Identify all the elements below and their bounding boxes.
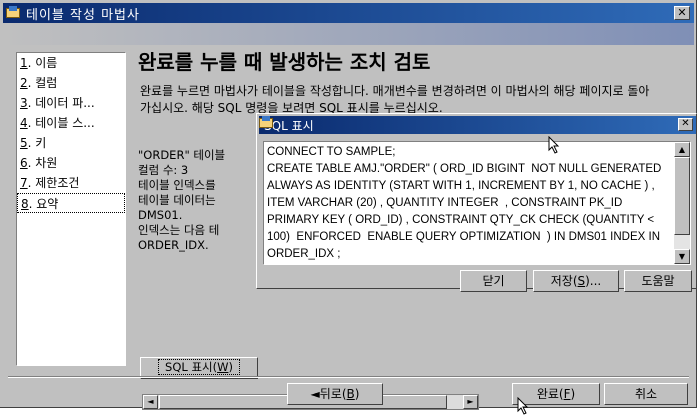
step-item[interactable]: 7. 제한조건 <box>17 173 125 193</box>
window-title: 테이블 작성 마법사 <box>26 7 140 23</box>
dialog-mouse-pointer-icon <box>548 136 560 154</box>
vertical-scrollbar[interactable]: ▲ ▼ <box>674 142 690 264</box>
vertical-scroll-thumb[interactable] <box>674 157 690 235</box>
summary-text: "ORDER" 테이블 컬럼 수: 3 테이블 인덱스를 테이블 데이터는 DM… <box>138 148 226 252</box>
scroll-right-icon[interactable]: ► <box>463 395 478 409</box>
dialog-close-icon[interactable]: ✕ <box>678 118 693 131</box>
step-label: . 데이터 파... <box>27 96 95 110</box>
step-number: 8 <box>21 197 29 211</box>
step-label: . 컬럼 <box>27 76 58 90</box>
footer-divider <box>8 376 689 378</box>
step-number: 7 <box>20 176 28 190</box>
step-label: . 키 <box>27 136 47 150</box>
app-icon <box>6 6 22 20</box>
help-button[interactable]: 도움말 <box>624 270 692 292</box>
step-number: 5 <box>20 136 28 150</box>
step-navigation: 1. 이름 2. 컬럼 3. 데이터 파... 4. 테이블 스... 5. 키 6. 차… <box>16 52 126 366</box>
dialog-close-button[interactable]: 닫기 <box>460 270 527 292</box>
dialog-titlebar[interactable]: SQL 표시 ✕ <box>259 116 696 134</box>
header-band <box>3 23 694 45</box>
step-label: . 요약 <box>28 197 59 211</box>
step-label: . 테이블 스... <box>27 116 95 130</box>
window-titlebar[interactable]: 테이블 작성 마법사 ✕ <box>3 3 694 23</box>
step-item[interactable]: 5. 키 <box>17 133 125 153</box>
cancel-button[interactable]: 취소 <box>604 383 688 405</box>
mouse-pointer-icon <box>517 397 529 415</box>
step-number: 1 <box>20 56 28 70</box>
step-number: 2 <box>20 76 28 90</box>
sql-dialog: SQL 표시 ✕ CONNECT TO SAMPLE; CREATE TABLE… <box>256 113 697 292</box>
scroll-down-icon[interactable]: ▼ <box>674 249 690 264</box>
sql-text-area[interactable]: CONNECT TO SAMPLE; CREATE TABLE AMJ."ORD… <box>263 141 691 265</box>
step-item[interactable]: 4. 테이블 스... <box>17 113 125 133</box>
back-button[interactable]: ◄뒤로(B) <box>287 383 383 405</box>
step-item[interactable]: 8. 요약 <box>17 193 125 213</box>
step-label: . 이름 <box>27 56 58 70</box>
step-number: 3 <box>20 96 28 110</box>
page-title: 완료를 누를 때 발생하는 조치 검토 <box>138 50 431 74</box>
step-item[interactable]: 6. 차원 <box>17 153 125 173</box>
step-label: . 차원 <box>27 156 58 170</box>
step-number: 6 <box>20 156 28 170</box>
save-button[interactable]: 저장(S)... <box>533 270 619 292</box>
sql-text: CONNECT TO SAMPLE; CREATE TABLE AMJ."ORD… <box>267 146 662 260</box>
step-number: 4 <box>20 116 28 130</box>
step-item[interactable]: 3. 데이터 파... <box>17 93 125 113</box>
step-item[interactable]: 2. 컬럼 <box>17 73 125 93</box>
scroll-up-icon[interactable]: ▲ <box>674 142 690 157</box>
step-label: . 제한조건 <box>27 176 80 190</box>
step-item[interactable]: 1. 이름 <box>17 53 125 73</box>
close-icon[interactable]: ✕ <box>674 6 690 20</box>
scroll-left-icon[interactable]: ◄ <box>143 395 158 409</box>
page-description: 완료를 누르면 마법사가 테이블을 작성합니다. 매개변수를 변경하려면 이 마… <box>140 84 650 115</box>
